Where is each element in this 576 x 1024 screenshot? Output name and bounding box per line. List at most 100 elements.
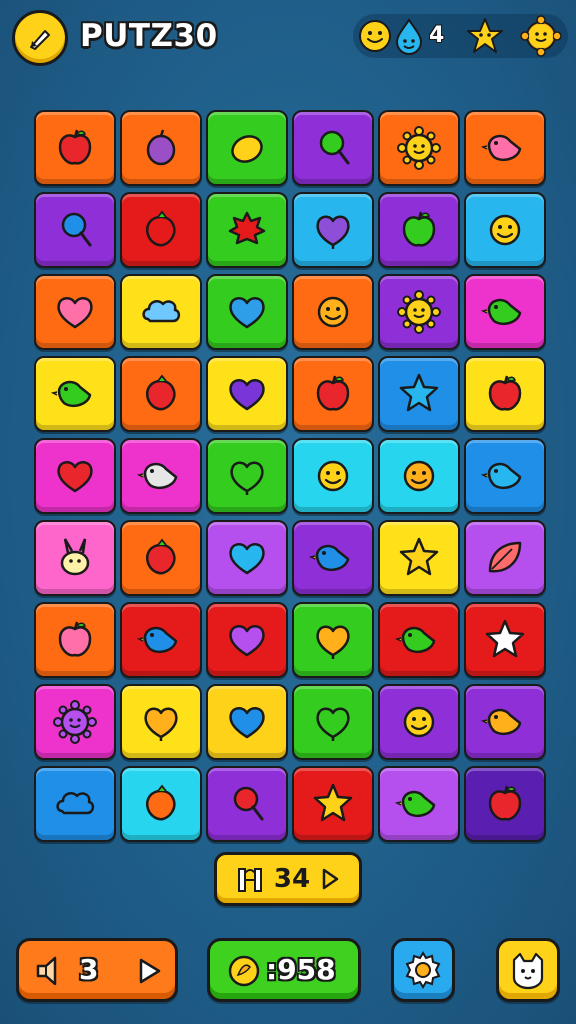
tile-leaf[interactable] — [464, 520, 546, 596]
tile-heart[interactable] — [34, 438, 116, 514]
tile-bird[interactable] — [378, 602, 460, 678]
tile-apple[interactable] — [378, 192, 460, 268]
apple-icon — [402, 211, 436, 247]
smiley-icon — [403, 460, 435, 492]
tile-star[interactable] — [378, 356, 460, 432]
maple-icon — [228, 211, 266, 245]
bunny-icon — [60, 538, 90, 576]
tile-bunny[interactable] — [34, 520, 116, 596]
tile-smiley[interactable] — [464, 192, 546, 268]
tile-lemon[interactable] — [206, 110, 288, 186]
sun-icon — [397, 290, 441, 334]
tile-apple[interactable] — [34, 602, 116, 678]
apple-icon — [316, 375, 350, 411]
pencil-icon — [30, 30, 50, 50]
bird-icon — [308, 544, 350, 571]
tile-smiley[interactable] — [378, 438, 460, 514]
lollipop-icon — [233, 786, 264, 821]
tile-maple[interactable] — [206, 192, 288, 268]
tile-heart-blob[interactable] — [120, 684, 202, 760]
tile-heart-blob[interactable] — [206, 438, 288, 514]
heart-icon — [229, 543, 265, 575]
tile-heart[interactable] — [206, 684, 288, 760]
heart-icon — [229, 297, 265, 329]
gear-icon — [405, 951, 441, 989]
tile-heart[interactable] — [206, 356, 288, 432]
tile-heart[interactable] — [206, 520, 288, 596]
tile-lollipop[interactable] — [206, 766, 288, 842]
tile-heart[interactable] — [206, 274, 288, 350]
star-icon — [399, 373, 439, 412]
berry-icon — [146, 784, 176, 821]
tile-berry[interactable] — [120, 520, 202, 596]
gate-icon — [237, 868, 262, 892]
game-board — [34, 110, 546, 842]
berry-icon — [146, 210, 176, 247]
tile-sun[interactable] — [34, 684, 116, 760]
cloud-icon — [142, 300, 181, 323]
tile-cloud[interactable] — [34, 766, 116, 842]
leaf-icon — [488, 541, 522, 573]
tile-smiley[interactable] — [292, 274, 374, 350]
heart-icon — [57, 297, 93, 329]
smiley-icon — [489, 214, 521, 246]
bird-icon — [480, 708, 522, 735]
tile-sun[interactable] — [378, 110, 460, 186]
smiley-icon — [317, 460, 349, 492]
tile-heart-blob[interactable] — [292, 602, 374, 678]
tile-bird[interactable] — [464, 438, 546, 514]
menu-button[interactable] — [12, 10, 68, 66]
tile-star[interactable] — [464, 602, 546, 678]
tile-heart[interactable] — [34, 274, 116, 350]
profile-button[interactable] — [496, 938, 560, 1002]
tile-bird[interactable] — [464, 684, 546, 760]
game-title: PUTZ30 — [80, 18, 218, 54]
pet-face-icon — [512, 952, 544, 990]
tile-bird[interactable] — [378, 766, 460, 842]
lollipop-icon — [319, 130, 350, 165]
bird-icon — [136, 626, 178, 653]
tile-cloud[interactable] — [120, 274, 202, 350]
tile-heart[interactable] — [206, 602, 288, 678]
tile-heart-blob[interactable] — [292, 192, 374, 268]
coins-count: :958 — [266, 953, 336, 986]
heart-blob-icon — [230, 461, 264, 495]
tile-bird[interactable] — [464, 274, 546, 350]
tile-lollipop[interactable] — [34, 192, 116, 268]
sound-level: 3 — [79, 953, 99, 986]
tile-star[interactable] — [292, 766, 374, 842]
tile-bird[interactable] — [34, 356, 116, 432]
tile-lollipop[interactable] — [292, 110, 374, 186]
coin-icon — [228, 955, 260, 987]
lollipop-icon — [61, 212, 92, 247]
tile-sun[interactable] — [378, 274, 460, 350]
star-icon — [463, 14, 507, 58]
tile-apple[interactable] — [292, 356, 374, 432]
tile-bird[interactable] — [464, 110, 546, 186]
tile-bird[interactable] — [120, 438, 202, 514]
smiley-icon — [403, 706, 435, 738]
heart-blob-icon — [316, 625, 350, 659]
tile-berry[interactable] — [120, 356, 202, 432]
tile-berry[interactable] — [120, 192, 202, 268]
tile-smiley[interactable] — [378, 684, 460, 760]
sound-button[interactable]: 3 — [16, 938, 178, 1002]
tile-bird[interactable] — [120, 602, 202, 678]
bird-icon — [480, 134, 522, 161]
tile-bird[interactable] — [292, 520, 374, 596]
heart-icon — [229, 625, 265, 657]
tile-apple[interactable] — [464, 356, 546, 432]
tile-star[interactable] — [378, 520, 460, 596]
tile-plum[interactable] — [120, 110, 202, 186]
resource-bar: 4 — [353, 14, 568, 58]
level-label: 34 — [273, 864, 311, 894]
coins-button[interactable]: :958 — [207, 938, 361, 1002]
tile-smiley[interactable] — [292, 438, 374, 514]
tile-berry[interactable] — [120, 766, 202, 842]
tile-apple[interactable] — [464, 766, 546, 842]
tile-apple[interactable] — [34, 110, 116, 186]
level-button[interactable]: 34 — [214, 852, 362, 906]
settings-button[interactable] — [391, 938, 455, 1002]
tile-heart-blob[interactable] — [292, 684, 374, 760]
sun-icon[interactable] — [519, 14, 563, 58]
